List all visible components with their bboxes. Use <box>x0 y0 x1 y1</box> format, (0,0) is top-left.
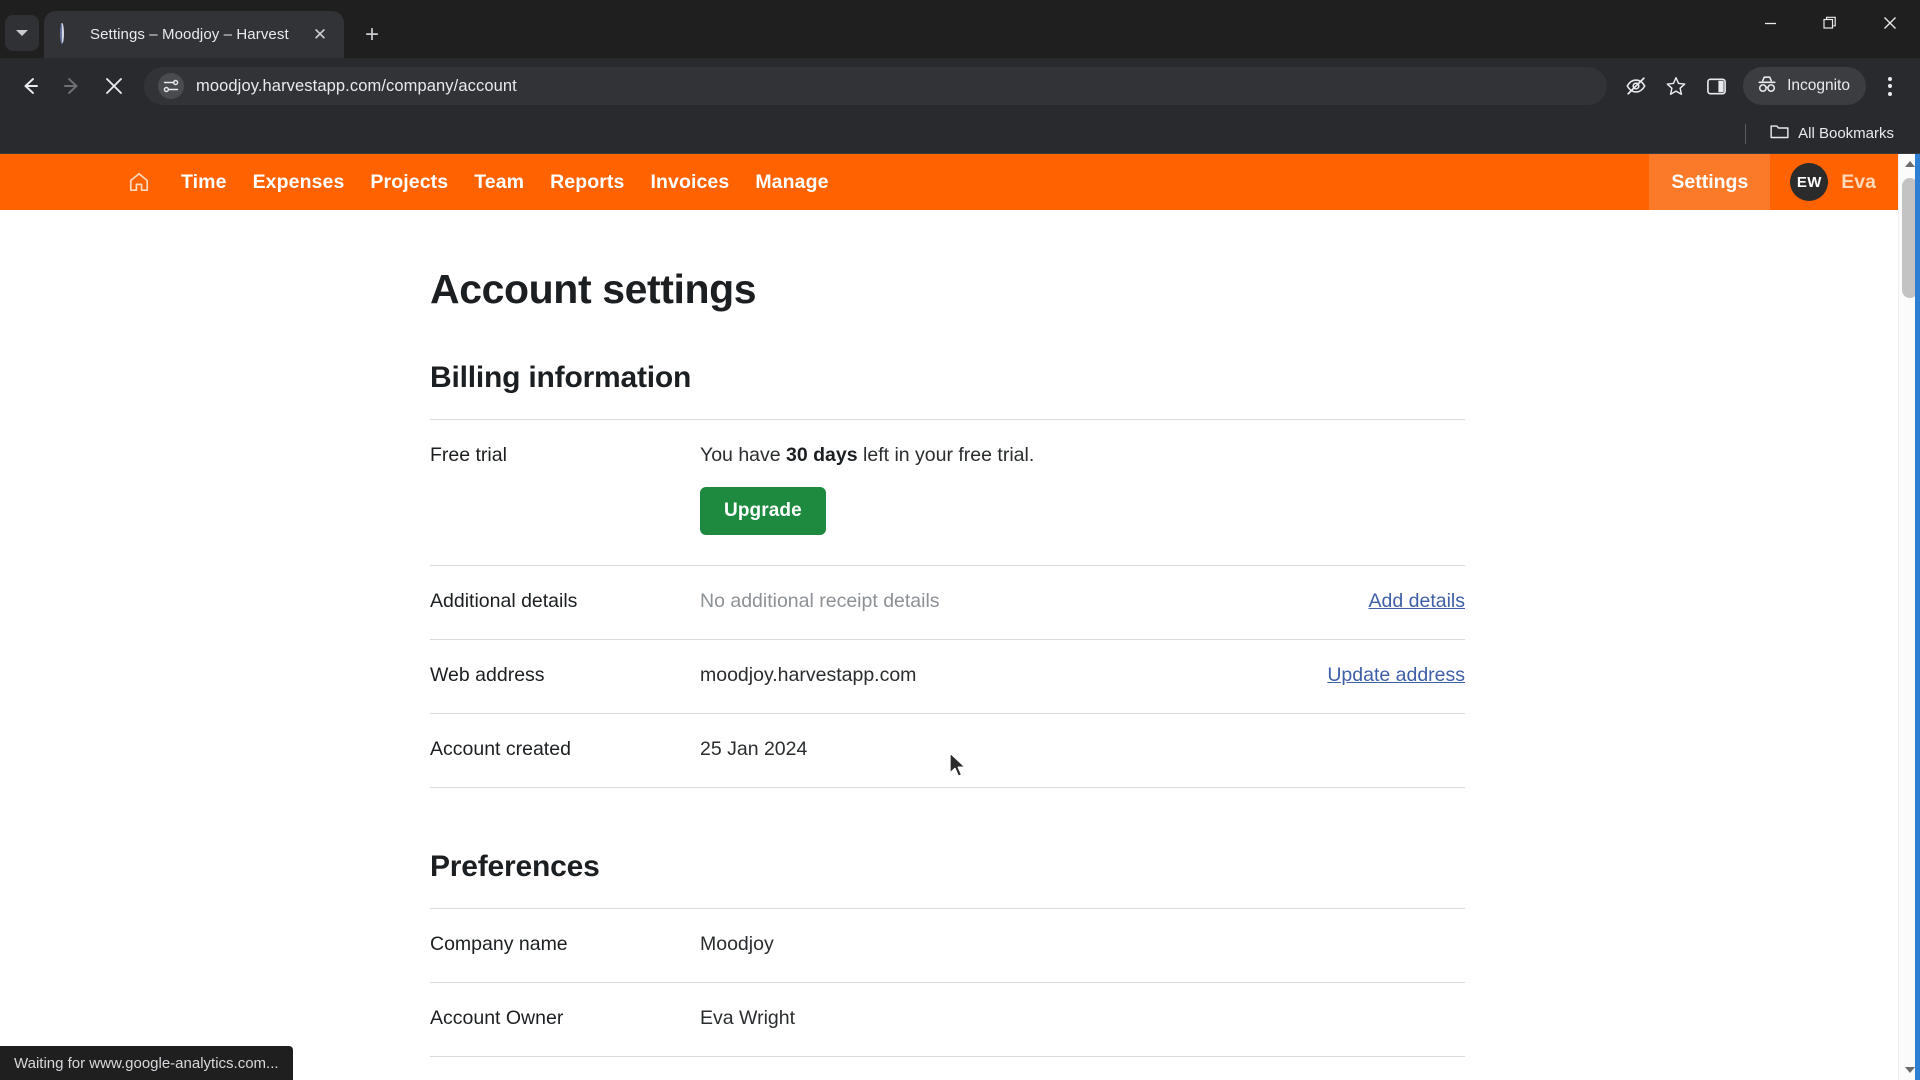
window-focus-indicator <box>1915 154 1920 1080</box>
user-name: Eva <box>1841 170 1876 193</box>
browser-window: Settings – Moodjoy – Harvest ✕ + moodjoy… <box>0 0 1920 1080</box>
incognito-indicator[interactable]: Incognito <box>1743 67 1866 105</box>
maximize-window-button[interactable] <box>1800 0 1860 46</box>
nav-item-reports[interactable]: Reports <box>537 171 637 194</box>
window-controls <box>1740 0 1920 46</box>
update-address-link[interactable]: Update address <box>1327 664 1465 686</box>
row-label-additional-details: Additional details <box>430 590 578 612</box>
browser-toolbar: moodjoy.harvestapp.com/company/account I… <box>0 58 1920 114</box>
site-settings-icon[interactable] <box>158 73 184 99</box>
row-value-additional-details: No additional receipt details <box>700 590 940 612</box>
browser-tab[interactable]: Settings – Moodjoy – Harvest ✕ <box>44 11 344 58</box>
free-trial-suffix: left in your free trial. <box>857 444 1035 466</box>
preferences-rows: Company name Moodjoy Account Owner Eva W… <box>430 908 1465 1057</box>
tab-title: Settings – Moodjoy – Harvest <box>90 26 289 43</box>
avatar: EW <box>1790 163 1829 201</box>
status-bar: Waiting for www.google-analytics.com... <box>0 1046 293 1080</box>
table-row: Account Owner Eva Wright <box>430 983 1465 1057</box>
table-row: Free trial You have 30 days left in your… <box>430 420 1465 566</box>
page-viewport: Time Expenses Projects Team Reports Invo… <box>0 154 1920 1080</box>
row-label-web-address: Web address <box>430 664 545 686</box>
chevron-down-icon <box>16 30 28 36</box>
tab-strip: Settings – Moodjoy – Harvest ✕ + <box>0 0 1920 58</box>
add-details-link[interactable]: Add details <box>1369 590 1465 612</box>
row-value-free-trial: You have 30 days left in your free trial… <box>700 442 1465 535</box>
row-action-web-address: Update address <box>1327 662 1465 687</box>
table-row: Account created 25 Jan 2024 <box>430 714 1465 788</box>
row-label-free-trial: Free trial <box>430 444 507 466</box>
nav-item-time[interactable]: Time <box>168 171 240 194</box>
bookmarks-bar: All Bookmarks <box>0 114 1920 154</box>
url-text[interactable]: moodjoy.harvestapp.com/company/account <box>196 77 517 96</box>
nav-item-team[interactable]: Team <box>461 171 537 194</box>
row-value-account-created: 25 Jan 2024 <box>700 738 808 760</box>
section-title-preferences: Preferences <box>430 850 600 883</box>
row-label-company-name: Company name <box>430 933 568 955</box>
nav-item-expenses[interactable]: Expenses <box>240 171 358 194</box>
harvest-nav-right: Settings EW Eva <box>1649 154 1898 210</box>
table-row: Additional details No additional receipt… <box>430 566 1465 640</box>
new-tab-button[interactable]: + <box>354 17 390 53</box>
table-row: Web address moodjoy.harvestapp.com Updat… <box>430 640 1465 714</box>
side-panel-icon[interactable] <box>1697 67 1735 105</box>
user-menu[interactable]: EW Eva <box>1770 154 1898 210</box>
section-title-billing: Billing information <box>430 361 692 394</box>
row-value-account-owner: Eva Wright <box>700 1007 796 1029</box>
main-content: Account settings Billing information Fre… <box>0 210 1920 1080</box>
incognito-icon <box>1756 74 1778 99</box>
minimize-window-button[interactable] <box>1740 0 1800 46</box>
loading-spinner-icon <box>60 22 80 45</box>
back-arrow-icon[interactable] <box>10 66 50 106</box>
all-bookmarks-label: All Bookmarks <box>1798 125 1894 142</box>
row-label-account-owner: Account Owner <box>430 1007 564 1029</box>
nav-item-projects[interactable]: Projects <box>357 171 461 194</box>
home-icon[interactable] <box>120 163 158 201</box>
row-value-web-address: moodjoy.harvestapp.com <box>700 664 917 686</box>
kebab-menu-icon[interactable] <box>1870 66 1910 106</box>
row-label-account-created: Account created <box>430 738 571 760</box>
tab-search-button[interactable] <box>5 15 39 51</box>
address-bar[interactable]: moodjoy.harvestapp.com/company/account <box>144 67 1608 105</box>
billing-rows: Free trial You have 30 days left in your… <box>430 419 1465 788</box>
harvest-top-nav: Time Expenses Projects Team Reports Invo… <box>0 154 1920 210</box>
free-trial-prefix: You have <box>700 444 787 466</box>
nav-item-settings[interactable]: Settings <box>1649 154 1771 210</box>
star-icon[interactable] <box>1657 67 1695 105</box>
close-tab-icon[interactable]: ✕ <box>308 23 332 47</box>
content-wrapper: Account settings Billing information Fre… <box>430 266 1465 1057</box>
tab-search-container <box>0 0 44 58</box>
page-title: Account settings <box>430 266 757 312</box>
nav-item-manage[interactable]: Manage <box>742 171 841 194</box>
eye-slash-icon[interactable] <box>1617 67 1655 105</box>
all-bookmarks-button[interactable]: All Bookmarks <box>1762 118 1902 149</box>
row-value-company-name: Moodjoy <box>700 933 774 955</box>
row-action-additional-details: Add details <box>1369 588 1465 613</box>
bookmarks-divider <box>1745 123 1747 144</box>
nav-item-invoices[interactable]: Invoices <box>637 171 742 194</box>
incognito-label: Incognito <box>1787 77 1850 94</box>
free-trial-days: 30 days <box>786 444 858 466</box>
forward-arrow-icon[interactable] <box>52 66 92 106</box>
close-window-button[interactable] <box>1860 0 1920 46</box>
table-row: Company name Moodjoy <box>430 909 1465 983</box>
folder-icon <box>1770 123 1789 144</box>
upgrade-button[interactable]: Upgrade <box>700 487 826 535</box>
stop-loading-icon[interactable] <box>94 66 134 106</box>
